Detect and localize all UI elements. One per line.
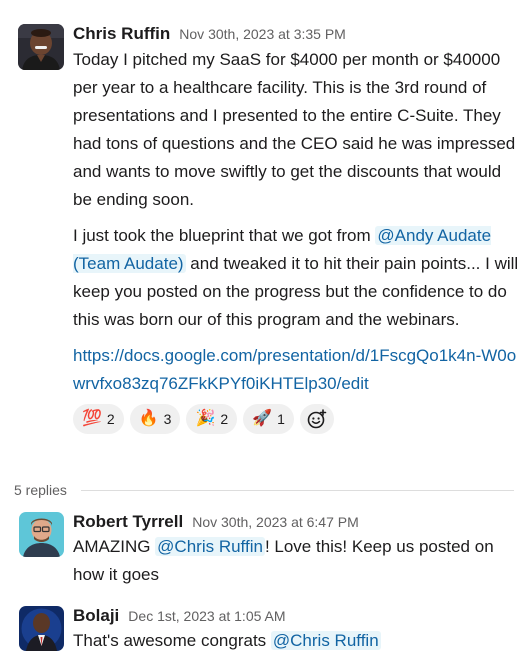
avatar-image <box>19 606 64 651</box>
hundred-points-emoji: 💯 <box>82 410 102 427</box>
author-name[interactable]: Bolaji <box>73 606 119 626</box>
reaction-pill[interactable]: 🚀 1 <box>243 404 294 434</box>
replies-count[interactable]: 5 replies <box>14 482 67 498</box>
timestamp[interactable]: Nov 30th, 2023 at 3:35 PM <box>179 26 346 42</box>
reaction-pill[interactable]: 🎉 2 <box>186 404 238 434</box>
divider-line <box>80 489 514 491</box>
user-mention[interactable]: @Chris Ruffin <box>155 537 265 556</box>
reply-text-part: That's awesome congrats <box>73 631 271 650</box>
user-mention[interactable]: @Chris Ruffin <box>270 631 381 650</box>
reactions-bar: 💯 2 🔥 3 🎉 2 🚀 1 <box>73 404 524 434</box>
fire-emoji: 🔥 <box>138 410 159 427</box>
reaction-count: 3 <box>163 411 172 427</box>
author-name[interactable]: Robert Tyrrell <box>73 512 183 532</box>
avatar[interactable] <box>18 24 64 70</box>
reply-text: That's awesome congrats @Chris Ruffin <box>73 627 524 655</box>
message-paragraph: Today I pitched my SaaS for $4000 per mo… <box>73 50 516 209</box>
avatar-image <box>18 24 64 70</box>
replies-divider: 5 replies <box>14 480 514 500</box>
rocket-emoji: 🚀 <box>252 410 273 427</box>
reply-text-part: AMAZING <box>73 537 156 556</box>
add-reaction-button[interactable] <box>299 404 334 434</box>
timestamp[interactable]: Dec 1st, 2023 at 1:05 AM <box>128 608 285 624</box>
timestamp[interactable]: Nov 30th, 2023 at 6:47 PM <box>192 514 359 530</box>
message-paragraph: I just took the blueprint that we got fr… <box>73 222 524 334</box>
message-thread: Chris Ruffin Nov 30th, 2023 at 3:35 PM T… <box>0 0 530 663</box>
reaction-count: 1 <box>277 411 285 427</box>
reply-text: AMAZING @Chris Ruffin! Love this! Keep u… <box>73 533 524 589</box>
party-popper-emoji: 🎉 <box>195 410 216 427</box>
paragraph-text: I just took the blueprint that we got fr… <box>73 226 376 245</box>
reaction-count: 2 <box>106 411 115 427</box>
document-link[interactable]: https://docs.google.com/presentation/d/1… <box>73 346 516 393</box>
avatar[interactable] <box>19 606 64 651</box>
avatar[interactable] <box>19 512 64 557</box>
author-name[interactable]: Chris Ruffin <box>73 24 170 44</box>
reaction-count: 2 <box>220 411 229 427</box>
avatar-image <box>19 512 64 557</box>
add-emoji-icon <box>307 409 327 429</box>
reaction-pill[interactable]: 🔥 3 <box>129 404 181 434</box>
reaction-pill[interactable]: 💯 2 <box>73 404 124 434</box>
